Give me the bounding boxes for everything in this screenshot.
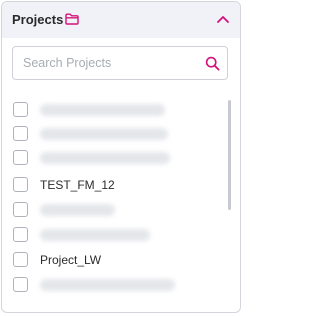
project-list-item[interactable]: TEST_FM_12 — [2, 173, 224, 197]
folder-icon — [65, 13, 79, 25]
project-list-item[interactable]: Project_LW — [2, 248, 224, 272]
redacted-project-label — [40, 104, 165, 116]
project-checkbox[interactable] — [13, 277, 28, 292]
project-checkbox[interactable] — [13, 227, 28, 242]
redacted-project-label — [40, 229, 150, 241]
project-list-item[interactable] — [2, 198, 224, 222]
redacted-project-label — [40, 204, 115, 216]
search-icon[interactable] — [205, 56, 220, 71]
redacted-project-label — [40, 279, 175, 291]
search-box — [12, 46, 228, 80]
project-checkbox[interactable] — [13, 150, 28, 165]
projects-filter-panel: Projects TEST_FM_12 Project_LW — [1, 1, 241, 313]
chevron-up-icon[interactable] — [216, 14, 230, 24]
redacted-project-label — [40, 152, 170, 164]
project-list-item[interactable] — [2, 146, 224, 170]
project-checkbox[interactable] — [13, 177, 28, 192]
project-list-item[interactable] — [2, 98, 224, 122]
project-checkbox[interactable] — [13, 202, 28, 217]
project-list-item[interactable] — [2, 223, 224, 247]
project-label: Project_LW — [40, 253, 102, 267]
redacted-project-label — [40, 128, 168, 140]
project-checkbox[interactable] — [13, 102, 28, 117]
project-list: TEST_FM_12 Project_LW — [2, 96, 240, 308]
project-label: TEST_FM_12 — [40, 178, 115, 192]
search-input[interactable] — [23, 54, 193, 72]
panel-title: Projects — [12, 12, 64, 27]
project-checkbox[interactable] — [13, 252, 28, 267]
panel-header[interactable]: Projects — [2, 2, 240, 38]
project-list-item[interactable] — [2, 122, 224, 146]
scrollbar-thumb[interactable] — [228, 100, 231, 210]
project-checkbox[interactable] — [13, 126, 28, 141]
project-list-item[interactable] — [2, 273, 224, 297]
